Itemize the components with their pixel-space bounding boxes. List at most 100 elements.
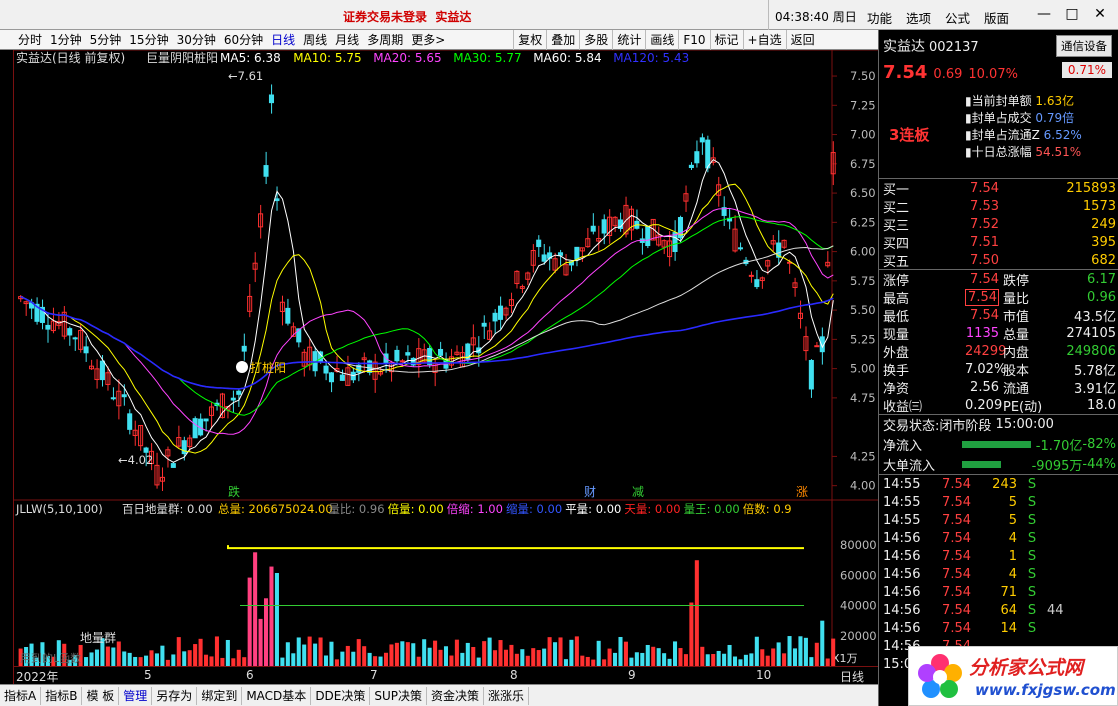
volume-bar-96	[542, 648, 547, 666]
sub-field-1: 量比: 0.96	[328, 502, 384, 516]
period-9[interactable]: 多周期	[363, 30, 407, 50]
volume-bar-138	[771, 648, 776, 666]
event-label-2: 减	[632, 485, 644, 499]
tick-time: 14:55	[883, 476, 921, 492]
candle-body-96	[541, 254, 547, 262]
x-axis: 2022年 5 6 7 8 9 10 日线	[14, 666, 878, 684]
indicator-tab-3[interactable]: 管理	[119, 686, 153, 705]
tool-2[interactable]: 多股	[579, 29, 612, 50]
bid-row[interactable]: 买三 7.52 249	[879, 215, 1118, 234]
toolbar-start	[0, 30, 14, 50]
minimize-icon[interactable]: —	[1030, 0, 1058, 30]
tick-price: 7.54	[942, 620, 971, 636]
volume-bar-53	[307, 636, 312, 666]
tick-side: S	[1027, 530, 1037, 546]
indicator-tab-8[interactable]: SUP决策	[370, 686, 428, 705]
ma-line-5	[20, 158, 834, 463]
menu-function[interactable]: 功能	[860, 0, 899, 30]
volume-bar-121	[678, 648, 683, 666]
close-icon[interactable]: ✕	[1086, 0, 1114, 30]
kline-chart[interactable]: 实益达(日线 前复权) 巨量阴阳桩阳 MA5: 6.38 MA10: 5.75 MA20…	[14, 49, 878, 666]
period-8[interactable]: 月线	[331, 30, 363, 50]
indicator-tab-9[interactable]: 资金决策	[427, 686, 485, 705]
volume-bar-87	[493, 650, 498, 666]
volume-bar-19	[122, 651, 127, 666]
tool-0[interactable]: 复权	[513, 29, 546, 50]
logo-url: www.fxjgsw.com	[975, 681, 1116, 699]
indicator-tab-10[interactable]: 涨涨乐	[484, 686, 530, 705]
seal-label: ▮十日总涨幅	[965, 145, 1036, 159]
period-2[interactable]: 5分钟	[86, 30, 126, 50]
bid-row[interactable]: 买一 7.54 215893	[879, 179, 1118, 198]
chart-area[interactable]: 实益达(日线 前复权) 巨量阴阳桩阳 MA5: 6.38 MA10: 5.75 MA20…	[14, 49, 878, 666]
volume-bar-115	[645, 644, 650, 666]
volume-bar-117	[656, 648, 661, 666]
volume-bar-144	[803, 637, 808, 666]
period-0[interactable]: 分时	[14, 30, 46, 50]
candle-body-32	[192, 418, 198, 439]
bid-row[interactable]: 买五 7.50 682	[879, 251, 1118, 270]
menu-layout[interactable]: 版面	[977, 0, 1016, 30]
indicator-tab-7[interactable]: DDE决策	[311, 686, 371, 705]
tool-7[interactable]: +自选	[742, 29, 786, 50]
indicator-tab-4[interactable]: 另存为	[152, 686, 198, 705]
bid-label: 买三	[883, 218, 910, 234]
volume-bar-17	[111, 647, 116, 666]
period-6[interactable]: 日线	[267, 30, 299, 50]
indicator-tab-1[interactable]: 指标B	[41, 686, 83, 705]
volume-bar-131	[732, 656, 738, 666]
volume-bar-146	[814, 642, 819, 666]
period-7[interactable]: 周线	[299, 30, 331, 50]
volume-tick-0: 80000	[840, 538, 877, 552]
indicator-tab-5[interactable]: 绑定到	[197, 686, 243, 705]
indicator-tab-0[interactable]: 指标A	[0, 686, 42, 705]
volume-bar-71	[405, 642, 410, 666]
menu-formula[interactable]: 公式	[938, 0, 977, 30]
stat-row: 净资 2.56 流通 3.91亿	[879, 378, 1118, 397]
tool-6[interactable]: 标记	[709, 29, 743, 50]
tick-volume: 4	[1008, 530, 1017, 546]
tool-8[interactable]: 返回	[785, 29, 819, 50]
bid-row[interactable]: 买二 7.53 1573	[879, 197, 1118, 216]
indicator-tab-2[interactable]: 模 板	[82, 686, 120, 705]
tick-row: 14:56 7.54 64 S 44	[879, 601, 1118, 619]
period-5[interactable]: 60分钟	[220, 30, 267, 50]
candle-body-19	[121, 394, 127, 398]
tool-1[interactable]: 叠加	[546, 29, 579, 50]
period-10[interactable]: 更多>	[407, 30, 449, 50]
period-3[interactable]: 15分钟	[125, 30, 172, 50]
volume-bar-124	[694, 560, 699, 666]
tool-4[interactable]: 画线	[645, 29, 678, 50]
bid-price: 7.53	[970, 198, 999, 214]
bid-row[interactable]: 买四 7.51 395	[879, 233, 1118, 252]
tick-list[interactable]: 14:55 7.54 243 S 14:55 7.54 5 S 14:55 7.54 5 S 14:56…	[879, 474, 1118, 673]
price-tick-7: 5.75	[850, 274, 876, 288]
indicator-tab-6[interactable]: MACD基本	[242, 686, 312, 705]
chart-title: 实益达(日线 前复权)	[16, 50, 125, 65]
tool-5[interactable]: F10	[678, 29, 709, 50]
tool-3[interactable]: 统计	[612, 29, 645, 50]
volume-bar-23	[144, 655, 149, 666]
volume-bar-101	[569, 639, 574, 666]
volume-bar-34	[204, 654, 209, 666]
tick-price: 7.54	[942, 494, 971, 510]
volume-bar-16	[105, 646, 110, 666]
stat-label: 最低	[883, 309, 910, 325]
volume-bar-66	[378, 656, 383, 666]
volume-bar-28	[171, 654, 176, 666]
maximize-icon[interactable]: □	[1058, 0, 1086, 30]
stat-label-2: PE(动)	[1003, 399, 1043, 415]
tick-row: 14:56 7.54 1 S	[879, 547, 1118, 565]
period-1[interactable]: 1分钟	[46, 30, 86, 50]
period-label[interactable]: 日线	[840, 668, 864, 685]
tick-row: 14:55 7.54 243 S	[879, 475, 1118, 493]
candle-body-71	[405, 352, 411, 356]
sector-button[interactable]: 通信设备	[1056, 35, 1112, 57]
seal-label: ▮封单占流通Z	[965, 128, 1044, 142]
price-tick-1: 7.25	[850, 98, 876, 112]
flow-pct: -82%	[1082, 436, 1116, 452]
menu-options[interactable]: 选项	[899, 0, 938, 30]
volume-bar-42	[247, 577, 252, 666]
period-4[interactable]: 30分钟	[173, 30, 220, 50]
x-axis-label-6: 10	[756, 668, 772, 682]
